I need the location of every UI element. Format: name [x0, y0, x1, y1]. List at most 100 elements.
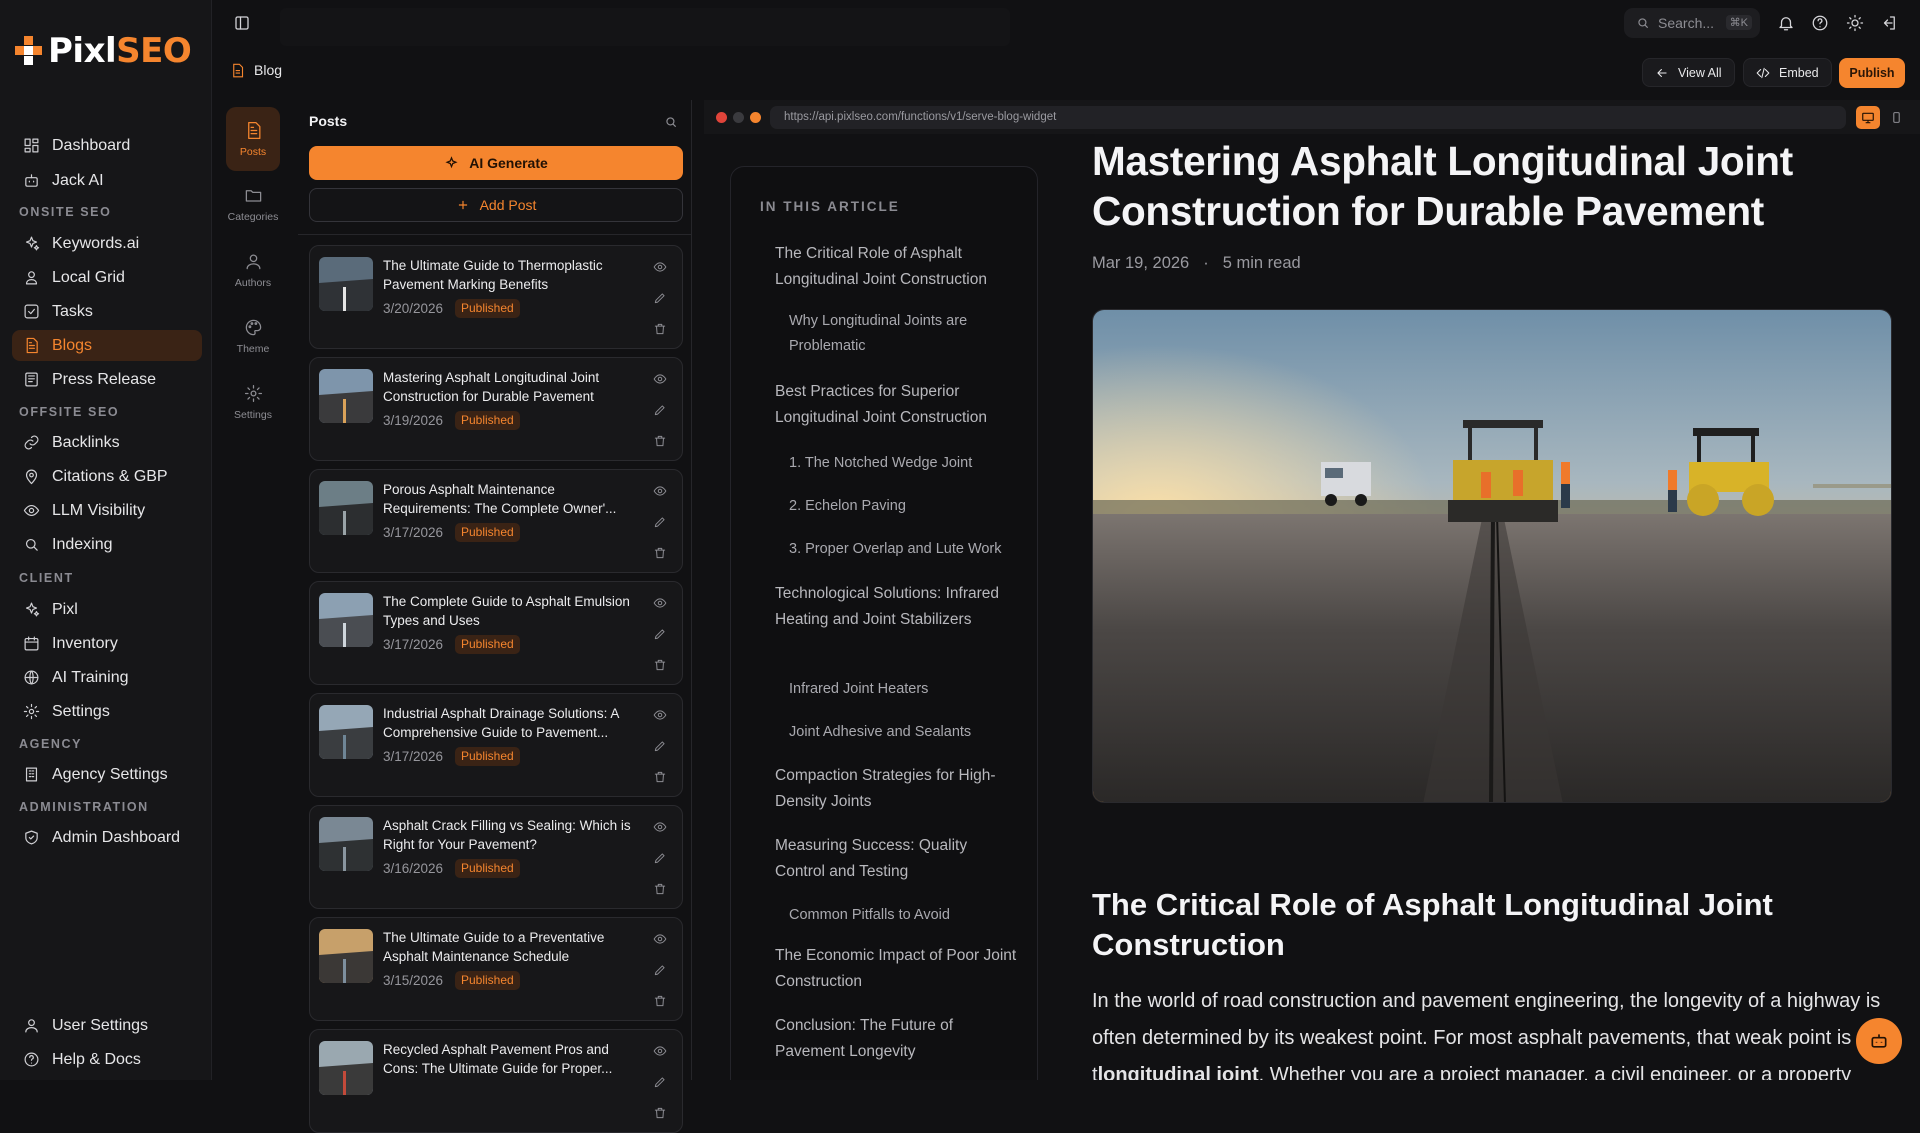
edit-pencil-icon[interactable] [653, 627, 667, 641]
status-badge: Published [455, 971, 520, 990]
post-card[interactable]: The Complete Guide to Asphalt Emulsion T… [309, 581, 683, 685]
post-card[interactable]: Recycled Asphalt Pavement Pros and Cons:… [309, 1029, 683, 1133]
subnav-authors[interactable]: Authors [226, 238, 280, 302]
preview-eye-icon[interactable] [653, 484, 667, 498]
sidebar-item-local-grid[interactable]: Local Grid [12, 262, 202, 293]
sidebar-item-settings[interactable]: Settings [12, 696, 202, 727]
help-icon[interactable] [1811, 14, 1831, 34]
sidebar-item-inventory[interactable]: Inventory [12, 628, 202, 659]
sidebar-item-blogs[interactable]: Blogs [12, 330, 202, 361]
view-all-button[interactable]: View All [1642, 58, 1735, 87]
search-input[interactable]: Search... ⌘K [1624, 8, 1760, 38]
sidebar-item-help-docs[interactable]: Help & Docs [12, 1044, 202, 1075]
toc-item[interactable]: 3. Proper Overlap and Lute Work [789, 537, 1019, 562]
trash-icon[interactable] [653, 546, 667, 560]
subnav-settings[interactable]: Settings [226, 370, 280, 434]
bell-icon[interactable] [1777, 14, 1797, 34]
subnav-theme[interactable]: Theme [226, 304, 280, 368]
hero-image [1092, 309, 1892, 803]
status-badge: Published [455, 299, 520, 318]
dashboard-icon [24, 138, 39, 153]
trash-icon[interactable] [653, 994, 667, 1008]
post-card[interactable]: The Ultimate Guide to a Preventative Asp… [309, 917, 683, 1021]
post-card[interactable]: Mastering Asphalt Longitudinal Joint Con… [309, 357, 683, 461]
sidebar-item-citations-gbp[interactable]: Citations & GBP [12, 461, 202, 492]
preview-eye-icon[interactable] [653, 372, 667, 386]
toc-item[interactable]: Measuring Success: Quality Control and T… [775, 833, 1021, 884]
toc-item[interactable]: Joint Adhesive and Sealants [789, 720, 1019, 745]
edit-pencil-icon[interactable] [653, 851, 667, 865]
preview-eye-icon[interactable] [653, 1044, 667, 1058]
post-card[interactable]: Porous Asphalt Maintenance Requirements:… [309, 469, 683, 573]
toc-item[interactable]: Why Longitudinal Joints are Problematic [789, 309, 1019, 358]
building-icon [25, 767, 38, 782]
preview-eye-icon[interactable] [653, 820, 667, 834]
trash-icon[interactable] [653, 322, 667, 336]
chat-bot-button[interactable] [1856, 1018, 1902, 1064]
trash-icon[interactable] [653, 882, 667, 896]
logo-text: PixlSEO [48, 31, 192, 71]
sidebar-item-indexing[interactable]: Indexing [12, 529, 202, 560]
toc-item[interactable]: Conclusion: The Future of Pavement Longe… [775, 1013, 1021, 1064]
post-card[interactable]: Asphalt Crack Filling vs Sealing: Which … [309, 805, 683, 909]
sidebar-item-agency-settings[interactable]: Agency Settings [12, 759, 202, 790]
edit-pencil-icon[interactable] [653, 739, 667, 753]
toc-item[interactable]: The Economic Impact of Poor Joint Constr… [775, 943, 1021, 994]
search-icon [25, 538, 38, 551]
sidebar-item-backlinks[interactable]: Backlinks [12, 427, 202, 458]
logout-icon[interactable] [1880, 14, 1900, 34]
sidebar-item-ai-training[interactable]: AI Training [12, 662, 202, 693]
sidebar-toggle-icon[interactable] [233, 14, 253, 34]
toc-item[interactable]: 1. The Notched Wedge Joint [789, 451, 1019, 476]
mobile-view-button[interactable] [1884, 106, 1908, 129]
toc-item[interactable]: Technological Solutions: Infrared Heatin… [775, 581, 1021, 632]
toc-item[interactable]: 2. Echelon Paving [789, 494, 1019, 519]
file-text-icon [247, 121, 260, 139]
edit-pencil-icon[interactable] [653, 1075, 667, 1089]
toc-item[interactable]: Common Pitfalls to Avoid [789, 903, 1019, 928]
sidebar-item-keywords-ai[interactable]: Keywords.ai [12, 228, 202, 259]
article-paragraph: In the world of road construction and pa… [1092, 990, 1881, 1080]
logo[interactable]: PixlSEO [14, 31, 192, 71]
toc-item[interactable]: Best Practices for Superior Longitudinal… [775, 379, 1021, 430]
trash-icon[interactable] [653, 1106, 667, 1120]
post-thumbnail [319, 481, 373, 535]
edit-pencil-icon[interactable] [653, 515, 667, 529]
sun-icon[interactable] [1846, 14, 1866, 34]
trash-icon[interactable] [653, 434, 667, 448]
ai-generate-button[interactable]: AI Generate [309, 146, 683, 180]
embed-button[interactable]: Embed [1743, 58, 1832, 87]
search-icon[interactable] [664, 115, 678, 129]
preview-eye-icon[interactable] [653, 596, 667, 610]
edit-pencil-icon[interactable] [653, 291, 667, 305]
preview-eye-icon[interactable] [653, 932, 667, 946]
edit-pencil-icon[interactable] [653, 963, 667, 977]
sidebar-item-user-settings[interactable]: User Settings [12, 1010, 202, 1041]
post-title: The Ultimate Guide to Thermoplastic Pave… [383, 258, 603, 292]
toc-item[interactable]: The Critical Role of Asphalt Longitudina… [775, 241, 1021, 292]
trash-icon[interactable] [653, 658, 667, 672]
subnav-posts[interactable]: Posts [226, 107, 280, 171]
preview-eye-icon[interactable] [653, 708, 667, 722]
publish-button[interactable]: Publish [1839, 58, 1905, 88]
preview-eye-icon[interactable] [653, 260, 667, 274]
toc-item[interactable]: Compaction Strategies for High-Density J… [775, 763, 1021, 814]
subnav-categories[interactable]: Categories [226, 172, 280, 236]
article-title: Mastering Asphalt Longitudinal Joint Con… [1092, 138, 1793, 234]
post-date: 3/15/2026 [383, 973, 444, 988]
post-card[interactable]: Industrial Asphalt Drainage Solutions: A… [309, 693, 683, 797]
trash-icon[interactable] [653, 770, 667, 784]
desktop-view-button[interactable] [1856, 106, 1880, 129]
sidebar-item-llm-visibility[interactable]: LLM Visibility [12, 495, 202, 526]
sidebar-item-dashboard[interactable]: Dashboard [12, 130, 202, 161]
sidebar-item-press-release[interactable]: Press Release [12, 364, 202, 395]
sidebar-item-jack-ai[interactable]: Jack AI [12, 165, 202, 196]
sidebar-item-tasks[interactable]: Tasks [12, 296, 202, 327]
toc-item[interactable]: Infrared Joint Heaters [789, 677, 1019, 702]
sidebar-item-admin-dashboard[interactable]: Admin Dashboard [12, 822, 202, 853]
post-card[interactable]: The Ultimate Guide to Thermoplastic Pave… [309, 245, 683, 349]
plus-icon [458, 200, 467, 210]
sidebar-item-pixl[interactable]: Pixl [12, 594, 202, 625]
add-post-button[interactable]: Add Post [309, 188, 683, 222]
edit-pencil-icon[interactable] [653, 403, 667, 417]
